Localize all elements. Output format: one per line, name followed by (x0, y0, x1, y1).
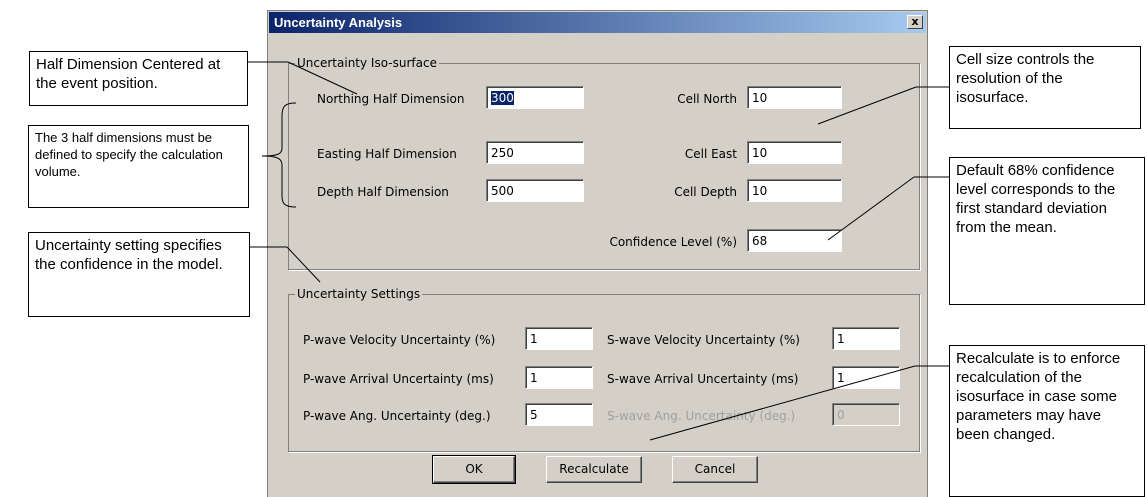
leader-cell-size-b (817, 86, 917, 125)
leader-brace (261, 102, 297, 208)
leader-confidence-b (827, 176, 915, 241)
leader-half-dimension-b (287, 61, 358, 95)
leader-uncertainty-setting-b (286, 246, 321, 283)
leader-recalculate-b (649, 365, 916, 441)
callout-leader-lines (248, 61, 949, 441)
